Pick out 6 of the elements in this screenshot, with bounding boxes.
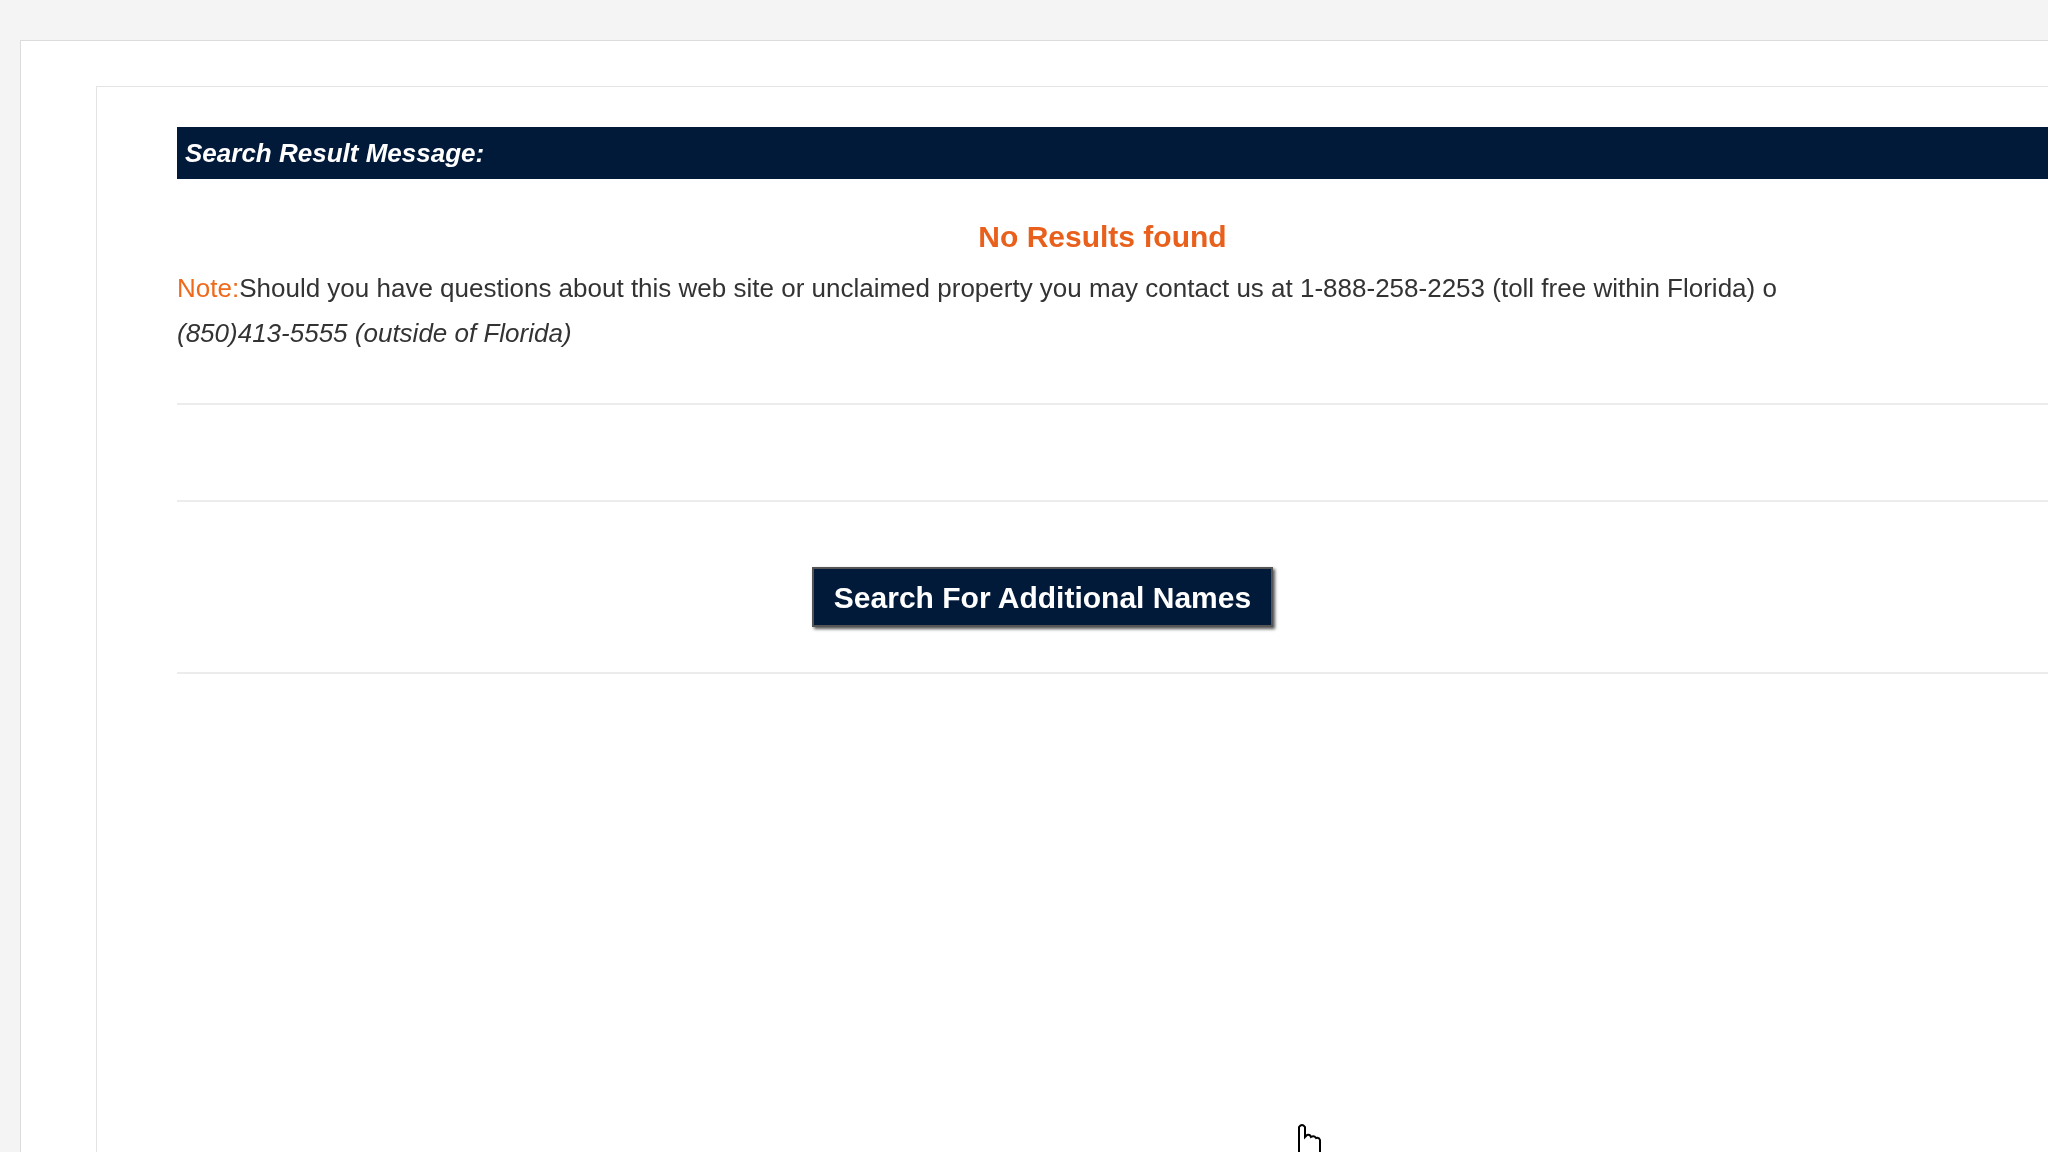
- note-text: (850)413-5555 (outside of Florida): [177, 318, 572, 348]
- header-title: Search Result Message:: [185, 136, 485, 170]
- note-text: Should you have questions about this web site or unclaimed property you may contact us at 1-888-258-2253 (toll free within Florida) o: [239, 273, 1777, 303]
- no-results-message: No Results found: [978, 219, 1227, 255]
- note-label: Note:: [177, 273, 240, 303]
- search-additional-names-button[interactable]: Search For Additional Names: [811, 567, 1274, 627]
